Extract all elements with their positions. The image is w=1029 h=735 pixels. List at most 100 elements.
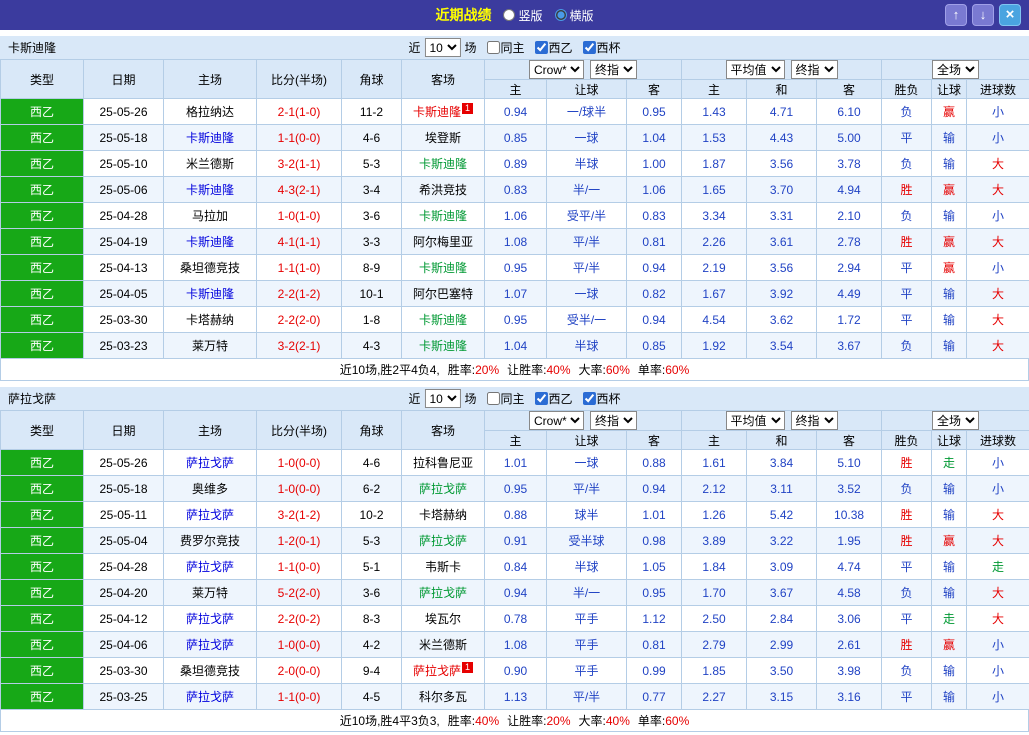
euro-source-select[interactable]: 平均值 — [725, 60, 785, 79]
asia-handicap: 平手 — [546, 657, 627, 684]
away-team[interactable]: 萨拉戈萨 — [401, 579, 485, 606]
away-team[interactable]: 卡斯迪隆 1 — [401, 98, 485, 125]
home-team[interactable]: 奥维多 — [163, 475, 257, 502]
euro-draw-odds: 5.42 — [746, 501, 818, 528]
away-team[interactable]: 韦斯卡 — [401, 553, 485, 580]
corners: 8-9 — [341, 254, 402, 281]
filter-checkbox-0[interactable] — [486, 41, 500, 54]
home-team[interactable]: 莱万特 — [163, 332, 257, 359]
result-scope-header: 全场 — [881, 410, 1029, 431]
home-team[interactable]: 马拉加 — [163, 202, 257, 229]
home-team[interactable]: 卡塔赫纳 — [163, 306, 257, 333]
filter-option-0[interactable]: 同主 — [480, 390, 525, 407]
home-team[interactable]: 萨拉戈萨 — [163, 553, 257, 580]
euro-odds-header: 平均值 终指 — [681, 410, 883, 431]
home-team[interactable]: 卡斯迪隆 — [163, 228, 257, 255]
away-team[interactable]: 萨拉戈萨 — [401, 527, 485, 554]
away-team[interactable]: 卡斯迪隆 — [401, 306, 485, 333]
home-team[interactable]: 萨拉戈萨 — [163, 683, 257, 710]
away-team[interactable]: 阿尔梅里亚 — [401, 228, 485, 255]
away-team[interactable]: 卡斯迪隆 — [401, 254, 485, 281]
away-team[interactable]: 埃瓦尔 — [401, 605, 485, 632]
layout-option-horizontal[interactable]: 横版 — [554, 7, 594, 24]
filter-option-2[interactable]: 西杯 — [577, 390, 621, 407]
filter-option-1[interactable]: 西乙 — [529, 39, 573, 56]
away-team[interactable]: 米兰德斯 — [401, 631, 485, 658]
filter-checkbox-1[interactable] — [534, 41, 548, 54]
away-team[interactable]: 萨拉戈萨 — [401, 475, 485, 502]
home-team[interactable]: 卡斯迪隆 — [163, 124, 257, 151]
result-outcome: 负 — [881, 332, 933, 359]
asia-source-select[interactable]: Crow* — [529, 411, 584, 430]
summary-stat-value: 60% — [665, 363, 690, 377]
home-team[interactable]: 莱万特 — [163, 579, 257, 606]
horizontal-radio-label: 横版 — [569, 8, 594, 23]
away-team[interactable]: 阿尔巴塞特 — [401, 280, 485, 307]
asia-handicap: 平手 — [546, 631, 627, 658]
asia-home-odds: 0.95 — [484, 475, 547, 502]
home-team[interactable]: 米兰德斯 — [163, 150, 257, 177]
euro-time-select[interactable]: 终指 — [790, 60, 838, 79]
away-team[interactable]: 卡斯迪隆 — [401, 202, 485, 229]
close-button[interactable]: × — [999, 4, 1021, 26]
home-team[interactable]: 桑坦德竞技 — [163, 254, 257, 281]
home-team[interactable]: 萨拉戈萨 — [163, 501, 257, 528]
asia-handicap: 半/一 — [546, 176, 627, 203]
filter-option-0[interactable]: 同主 — [480, 39, 525, 56]
filter-checkbox-1[interactable] — [534, 392, 548, 405]
filter-checkbox-2[interactable] — [582, 41, 596, 54]
match-row: 西乙 25-04-20 莱万特 5-2(2-0) 3-6 萨拉戈萨 0.94 半… — [0, 579, 1029, 606]
horizontal-radio[interactable] — [554, 9, 567, 21]
summary-stat-value: 20% — [546, 714, 571, 728]
euro-home-odds: 2.26 — [681, 228, 748, 255]
away-team[interactable]: 埃登斯 — [401, 124, 485, 151]
match-date: 25-05-10 — [83, 150, 164, 177]
layout-option-vertical[interactable]: 竖版 — [503, 7, 543, 24]
away-team[interactable]: 卡斯迪隆 — [401, 332, 485, 359]
asia-time-select[interactable]: 终指 — [590, 411, 637, 430]
asia-odds-header: Crow* 终指 — [483, 59, 683, 80]
home-team[interactable]: 格拉纳达 — [163, 98, 257, 125]
home-team[interactable]: 桑坦德竞技 — [163, 657, 257, 684]
filter-option-label: 西乙 — [548, 41, 573, 55]
scroll-down-button[interactable]: ↓ — [972, 4, 994, 26]
away-team[interactable]: 科尔多瓦 — [401, 683, 485, 710]
result-goals: 小 — [966, 202, 1029, 229]
filter-option-2[interactable]: 西杯 — [577, 39, 621, 56]
home-team[interactable]: 费罗尔竞技 — [163, 527, 257, 554]
match-score: 1-1(0-0) — [256, 683, 342, 710]
home-team[interactable]: 卡斯迪隆 — [163, 176, 257, 203]
vertical-radio[interactable] — [503, 9, 516, 21]
scope-select[interactable]: 全场 — [932, 60, 980, 79]
away-team[interactable]: 卡斯迪隆 — [401, 150, 485, 177]
col-header: 主场 — [163, 410, 257, 450]
filter-checkbox-2[interactable] — [582, 392, 596, 405]
euro-source-select[interactable]: 平均值 — [725, 411, 785, 430]
filter-checkbox-0[interactable] — [486, 392, 500, 405]
scroll-up-button[interactable]: ↑ — [945, 4, 967, 26]
filter-group: 近 10 场 同主 西乙 西杯 — [408, 389, 621, 408]
home-team[interactable]: 萨拉戈萨 — [163, 605, 257, 632]
scope-select[interactable]: 全场 — [932, 411, 980, 430]
away-team[interactable]: 萨拉戈萨 1 — [401, 657, 485, 684]
match-count-select[interactable]: 10 — [424, 389, 461, 408]
col-subheader: 客 — [625, 79, 683, 99]
home-team[interactable]: 萨拉戈萨 — [163, 631, 257, 658]
col-header: 类型 — [0, 410, 84, 450]
away-team[interactable]: 拉科鲁尼亚 — [401, 449, 485, 476]
corners: 6-2 — [341, 475, 402, 502]
corners: 8-3 — [341, 605, 402, 632]
home-team[interactable]: 萨拉戈萨 — [163, 449, 257, 476]
away-team[interactable]: 卡塔赫纳 — [401, 501, 485, 528]
asia-time-select[interactable]: 终指 — [590, 60, 637, 79]
asia-home-odds: 1.13 — [484, 683, 547, 710]
filter-option-1[interactable]: 西乙 — [529, 390, 573, 407]
home-team[interactable]: 卡斯迪隆 — [163, 280, 257, 307]
summary-stat-value: 40% — [475, 714, 500, 728]
corners: 5-1 — [341, 553, 402, 580]
asia-source-select[interactable]: Crow* — [529, 60, 584, 79]
euro-time-select[interactable]: 终指 — [790, 411, 838, 430]
away-team[interactable]: 希洪竞技 — [401, 176, 485, 203]
match-count-select[interactable]: 10 — [424, 38, 461, 57]
match-date: 25-05-18 — [83, 475, 164, 502]
